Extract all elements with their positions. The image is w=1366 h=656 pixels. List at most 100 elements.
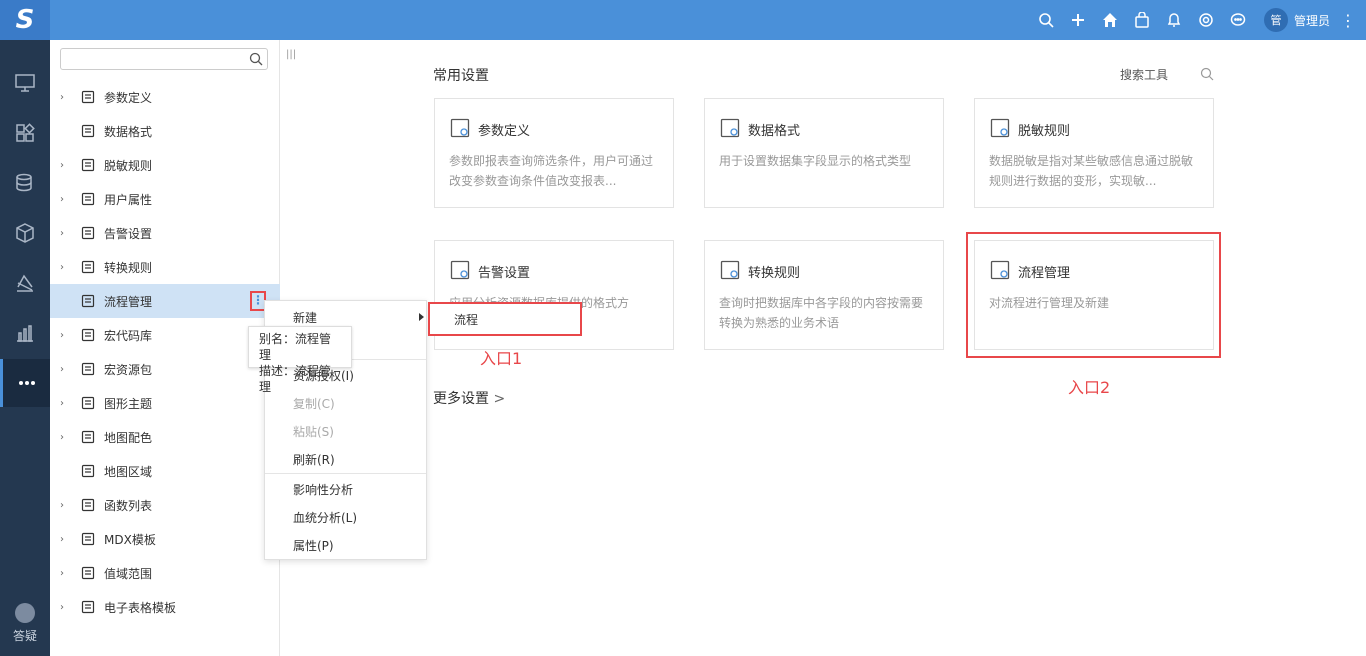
flow-icon	[80, 293, 96, 309]
tree-item[interactable]: › 宏资源包	[50, 352, 280, 386]
tree-item-label: 地图区域	[104, 464, 153, 479]
tree-item[interactable]: › 函数列表	[50, 488, 280, 522]
tree-item-label: 流程管理	[104, 294, 153, 309]
chevron-right-icon[interactable]: ›	[60, 534, 70, 545]
chart-stack-icon[interactable]	[0, 259, 50, 307]
avatar[interactable]: 管	[1263, 8, 1288, 32]
tree-item-label: 用户属性	[104, 192, 153, 207]
tree-item[interactable]: › 转换规则	[50, 250, 280, 284]
convert-icon	[719, 259, 741, 281]
chevron-right-icon: >	[493, 391, 506, 407]
sheet-icon	[80, 599, 96, 615]
tree-item[interactable]: › 电子表格模板	[50, 590, 280, 624]
chevron-right-icon[interactable]: ›	[60, 432, 70, 443]
tree-item[interactable]: 地图区域	[50, 454, 280, 488]
bell-icon[interactable]	[1158, 0, 1190, 40]
monitor-icon[interactable]	[0, 59, 50, 107]
top-actions: 管 管理员 ⋮	[1030, 0, 1366, 40]
tree-item[interactable]: › 脱敏规则	[50, 148, 280, 182]
chevron-right-icon[interactable]: ›	[60, 194, 70, 205]
pin-icon	[80, 463, 96, 479]
settings-card[interactable]: 转换规则查询时把数据库中各字段的内容按需要转换为熟悉的业务术语	[704, 240, 944, 350]
format-icon	[80, 123, 96, 139]
more-dots-icon[interactable]	[0, 359, 50, 407]
tree-item[interactable]: › 地图配色	[50, 420, 280, 454]
chevron-right-icon[interactable]: ›	[60, 228, 70, 239]
tree-item[interactable]: › 用户属性	[50, 182, 280, 216]
gear-icon[interactable]	[1190, 0, 1222, 40]
chevron-right-icon[interactable]: ›	[60, 364, 70, 375]
macro-icon	[80, 327, 96, 343]
tree-item[interactable]: › 宏代码库	[50, 318, 280, 352]
tree-item[interactable]: › 图形主题	[50, 386, 280, 420]
card-title: 告警设置	[478, 266, 531, 281]
package-icon	[80, 361, 96, 377]
bar-chart-icon[interactable]	[0, 309, 50, 357]
card-title: 数据格式	[748, 124, 801, 139]
search-tool-label[interactable]: 搜索工具	[1120, 66, 1168, 83]
menu-item[interactable]: 刷新(R)	[265, 446, 426, 474]
home-icon[interactable]	[1094, 0, 1126, 40]
palette-icon	[80, 429, 96, 445]
card-description: 用于设置数据集字段显示的格式类型	[719, 154, 912, 168]
chevron-right-icon[interactable]: ›	[60, 398, 70, 409]
settings-card[interactable]: 参数定义 参数即报表查询筛选条件，用户可通过改变参数查询条件值改变报表...	[434, 98, 674, 208]
chevron-right-icon[interactable]: ›	[60, 160, 70, 171]
tree-item-label: MDX模板	[104, 532, 156, 547]
menu-item[interactable]: 影响性分析	[265, 476, 426, 504]
cube-icon[interactable]	[0, 209, 50, 257]
tree-item[interactable]: › 值域范围	[50, 556, 280, 590]
search-icon[interactable]	[249, 52, 263, 66]
card-description: 数据脱敏是指对某些敏感信息通过脱敏规则进行数据的变形，实现敏...	[989, 154, 1194, 188]
mask-icon	[989, 117, 1011, 139]
tree-search-input[interactable]	[60, 48, 268, 70]
search-icon[interactable]	[1030, 0, 1062, 40]
tree-item-label: 参数定义	[104, 90, 153, 105]
chevron-right-icon[interactable]: ›	[60, 568, 70, 579]
mdx-icon	[80, 531, 96, 547]
top-more-icon[interactable]: ⋮	[1338, 11, 1358, 30]
mask-icon	[80, 157, 96, 173]
tree-item-label: 地图配色	[104, 430, 153, 445]
tree-item-label: 电子表格模板	[104, 600, 177, 615]
range-icon	[80, 565, 96, 581]
tree-item[interactable]: 数据格式	[50, 114, 280, 148]
username[interactable]: 管理员	[1294, 12, 1330, 29]
tree-item[interactable]: 流程管理 ⋮	[50, 284, 280, 318]
chevron-right-icon[interactable]: ›	[60, 92, 70, 103]
tree-item-label: 脱敏规则	[104, 158, 153, 173]
bag-icon[interactable]	[1126, 0, 1158, 40]
card-description: 查询时把数据库中各字段的内容按需要转换为熟悉的业务术语	[719, 296, 924, 330]
annotation-entry2: 入口2	[1068, 378, 1111, 397]
app-logo[interactable]: S	[0, 0, 50, 40]
settings-card[interactable]: 脱敏规则数据脱敏是指对某些敏感信息通过脱敏规则进行数据的变形，实现敏...	[974, 98, 1214, 208]
apps-icon[interactable]	[0, 109, 50, 157]
param-icon	[80, 89, 96, 105]
chevron-right-icon[interactable]: ›	[60, 602, 70, 613]
chevron-right-icon[interactable]: ›	[60, 500, 70, 511]
database-icon[interactable]	[0, 159, 50, 207]
card-title: 转换规则	[748, 266, 801, 281]
chevron-right-icon[interactable]: ›	[60, 262, 70, 273]
tree-item[interactable]: › 告警设置	[50, 216, 280, 250]
menu-item-new-label: 新建	[293, 311, 318, 325]
search-icon[interactable]	[1200, 67, 1214, 81]
plus-icon[interactable]	[1062, 0, 1094, 40]
chevron-right-icon[interactable]: ›	[60, 330, 70, 341]
chat-icon[interactable]	[1222, 0, 1254, 40]
tree-item[interactable]: › MDX模板	[50, 522, 280, 556]
menu-item[interactable]: 属性(P)	[265, 532, 426, 560]
help-button[interactable]: 答疑	[0, 603, 50, 644]
tree-item[interactable]: › 参数定义	[50, 80, 280, 114]
card-title: 脱敏规则	[1018, 124, 1071, 139]
user-attr-icon	[80, 191, 96, 207]
menu-item-flow[interactable]: 流程	[454, 311, 478, 328]
collapse-handle-icon[interactable]: |||	[286, 49, 296, 60]
menu-item[interactable]: 血统分析(L)	[265, 504, 426, 532]
menu-item: 粘贴(S)	[293, 425, 334, 439]
flag-icon	[80, 225, 96, 241]
section-title: 常用设置	[433, 68, 489, 84]
more-settings-link[interactable]: 更多设置 >	[433, 388, 505, 408]
tooltip-desc: 描述：流程管理	[259, 364, 332, 394]
settings-card[interactable]: 数据格式用于设置数据集字段显示的格式类型	[704, 98, 944, 208]
